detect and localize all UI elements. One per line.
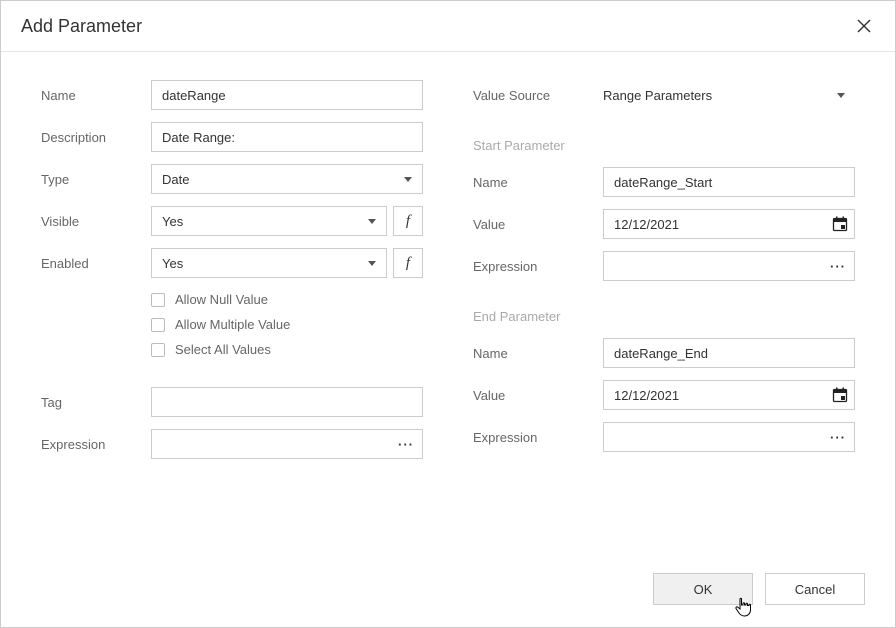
right-column: Value Source Range Parameters Start Para…: [473, 80, 855, 547]
description-input[interactable]: [151, 122, 423, 152]
end-expression-input[interactable]: ···: [603, 422, 855, 452]
checkbox-icon: [151, 318, 165, 332]
allow-multiple-label: Allow Multiple Value: [175, 317, 290, 332]
visible-label: Visible: [41, 214, 151, 229]
end-value-label: Value: [473, 388, 603, 403]
allow-multiple-checkbox[interactable]: Allow Multiple Value: [151, 317, 423, 332]
dialog-body: Name Description Type: [1, 52, 895, 557]
dialog-title: Add Parameter: [21, 16, 142, 37]
calendar-icon: [832, 387, 848, 403]
select-all-checkbox[interactable]: Select All Values: [151, 342, 423, 357]
chevron-down-icon: [368, 261, 376, 266]
enabled-select[interactable]: Yes: [151, 248, 387, 278]
left-column: Name Description Type: [41, 80, 423, 547]
start-expression-label: Expression: [473, 259, 603, 274]
name-input[interactable]: [151, 80, 423, 110]
checkbox-icon: [151, 293, 165, 307]
start-value-label: Value: [473, 217, 603, 232]
type-select[interactable]: Date: [151, 164, 423, 194]
description-label: Description: [41, 130, 151, 145]
chevron-down-icon: [368, 219, 376, 224]
close-icon: [857, 19, 871, 33]
fx-icon: f: [406, 213, 410, 230]
end-value-value: 12/12/2021: [614, 388, 679, 403]
chevron-down-icon: [404, 177, 412, 182]
ok-button[interactable]: OK: [653, 573, 753, 605]
start-name-label: Name: [473, 175, 603, 190]
start-value-input[interactable]: 12/12/2021: [603, 209, 855, 239]
tag-label: Tag: [41, 395, 151, 410]
expression-input[interactable]: ···: [151, 429, 423, 459]
value-source-label: Value Source: [473, 88, 603, 103]
cancel-button[interactable]: Cancel: [765, 573, 865, 605]
end-value-input[interactable]: 12/12/2021: [603, 380, 855, 410]
name-label: Name: [41, 88, 151, 103]
ellipsis-icon: ···: [830, 259, 848, 274]
visible-expression-button[interactable]: f: [393, 206, 423, 236]
dialog-footer: OK Cancel: [1, 557, 895, 627]
end-expression-label: Expression: [473, 430, 603, 445]
ellipsis-icon: ···: [830, 430, 848, 445]
visible-select[interactable]: Yes: [151, 206, 387, 236]
enabled-expression-button[interactable]: f: [393, 248, 423, 278]
dialog-header: Add Parameter: [1, 1, 895, 52]
ellipsis-icon: ···: [398, 437, 416, 452]
add-parameter-dialog: Add Parameter Name Description: [0, 0, 896, 628]
visible-value: Yes: [162, 214, 183, 229]
start-expression-input[interactable]: ···: [603, 251, 855, 281]
allow-null-label: Allow Null Value: [175, 292, 268, 307]
end-name-label: Name: [473, 346, 603, 361]
calendar-icon: [832, 216, 848, 232]
close-button[interactable]: [853, 15, 875, 37]
start-value-value: 12/12/2021: [614, 217, 679, 232]
tag-input[interactable]: [151, 387, 423, 417]
type-value: Date: [162, 172, 189, 187]
expression-label: Expression: [41, 437, 151, 452]
chevron-down-icon: [837, 93, 845, 98]
end-name-input[interactable]: [603, 338, 855, 368]
enabled-label: Enabled: [41, 256, 151, 271]
value-source-select[interactable]: Range Parameters: [603, 80, 855, 110]
start-parameter-heading: Start Parameter: [473, 138, 855, 153]
allow-null-checkbox[interactable]: Allow Null Value: [151, 292, 423, 307]
checkbox-icon: [151, 343, 165, 357]
select-all-label: Select All Values: [175, 342, 271, 357]
start-name-input[interactable]: [603, 167, 855, 197]
type-label: Type: [41, 172, 151, 187]
value-source-value: Range Parameters: [603, 88, 712, 103]
enabled-value: Yes: [162, 256, 183, 271]
fx-icon: f: [406, 255, 410, 272]
end-parameter-heading: End Parameter: [473, 309, 855, 324]
